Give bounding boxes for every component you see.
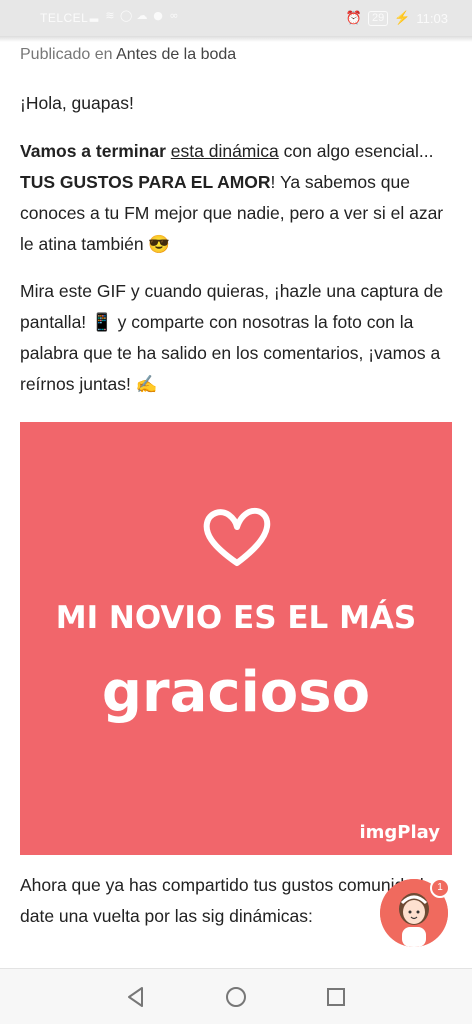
paragraph-intro: Vamos a terminar esta dinámica con algo … <box>20 136 452 260</box>
category-link[interactable]: Antes de la boda <box>116 46 236 63</box>
signal-icon: ▂ <box>89 9 99 22</box>
intro-bold-2: TUS GUSTOS PARA EL AMOR <box>20 172 271 192</box>
status-bar: TELCEL ▂ ≋ ◯ ☁ ● ∞ ⏰ 29 ⚡ 11:03 <box>0 0 472 36</box>
post-content: Publicado en Antes de la boda ¡Hola, gua… <box>20 42 452 400</box>
greeting: ¡Hola, guapas! <box>20 93 134 113</box>
wifi-icon: ≋ <box>105 9 115 22</box>
charging-icon: ⚡ <box>394 10 411 25</box>
battery-indicator: 29 <box>367 10 389 26</box>
recent-square-icon[interactable] <box>324 985 348 1009</box>
whatsapp-icon: ◯ <box>120 9 133 22</box>
paragraph-instructions: Mira este GIF y cuando quieras, ¡hazle u… <box>20 281 444 394</box>
heart-icon <box>203 507 271 566</box>
cloud-icon: ☁ <box>136 9 148 22</box>
gif-line-2: gracioso <box>101 660 371 725</box>
status-icons: ▂ ≋ ◯ ☁ ● ∞ <box>88 10 180 22</box>
status-right: ⏰ 29 ⚡ 11:03 <box>346 10 448 26</box>
alarm-icon: ⏰ <box>345 10 362 25</box>
intro-bold-1: Vamos a terminar <box>20 141 166 161</box>
gif-line-1: MI NOVIO ES EL MÁS <box>55 600 417 636</box>
carrier-label: TELCEL <box>40 11 89 25</box>
back-triangle-icon[interactable] <box>124 985 148 1009</box>
chat-notification-badge: 1 <box>430 878 450 898</box>
facebook-icon: ● <box>153 9 163 22</box>
intro-text-1: con algo esencial... <box>283 141 434 161</box>
home-circle-icon[interactable] <box>224 985 248 1009</box>
imgplay-watermark: imgPlay <box>359 822 441 843</box>
published-prefix: Publicado en <box>20 46 113 63</box>
clock: 11:03 <box>416 10 448 26</box>
dynamic-link[interactable]: esta dinámica <box>171 141 279 161</box>
gif-image[interactable]: MI NOVIO ES EL MÁS gracioso imgPlay <box>20 422 452 855</box>
published-line: Publicado en Antes de la boda <box>20 46 452 64</box>
android-navbar <box>0 968 472 1024</box>
infinity-icon: ∞ <box>169 9 179 22</box>
